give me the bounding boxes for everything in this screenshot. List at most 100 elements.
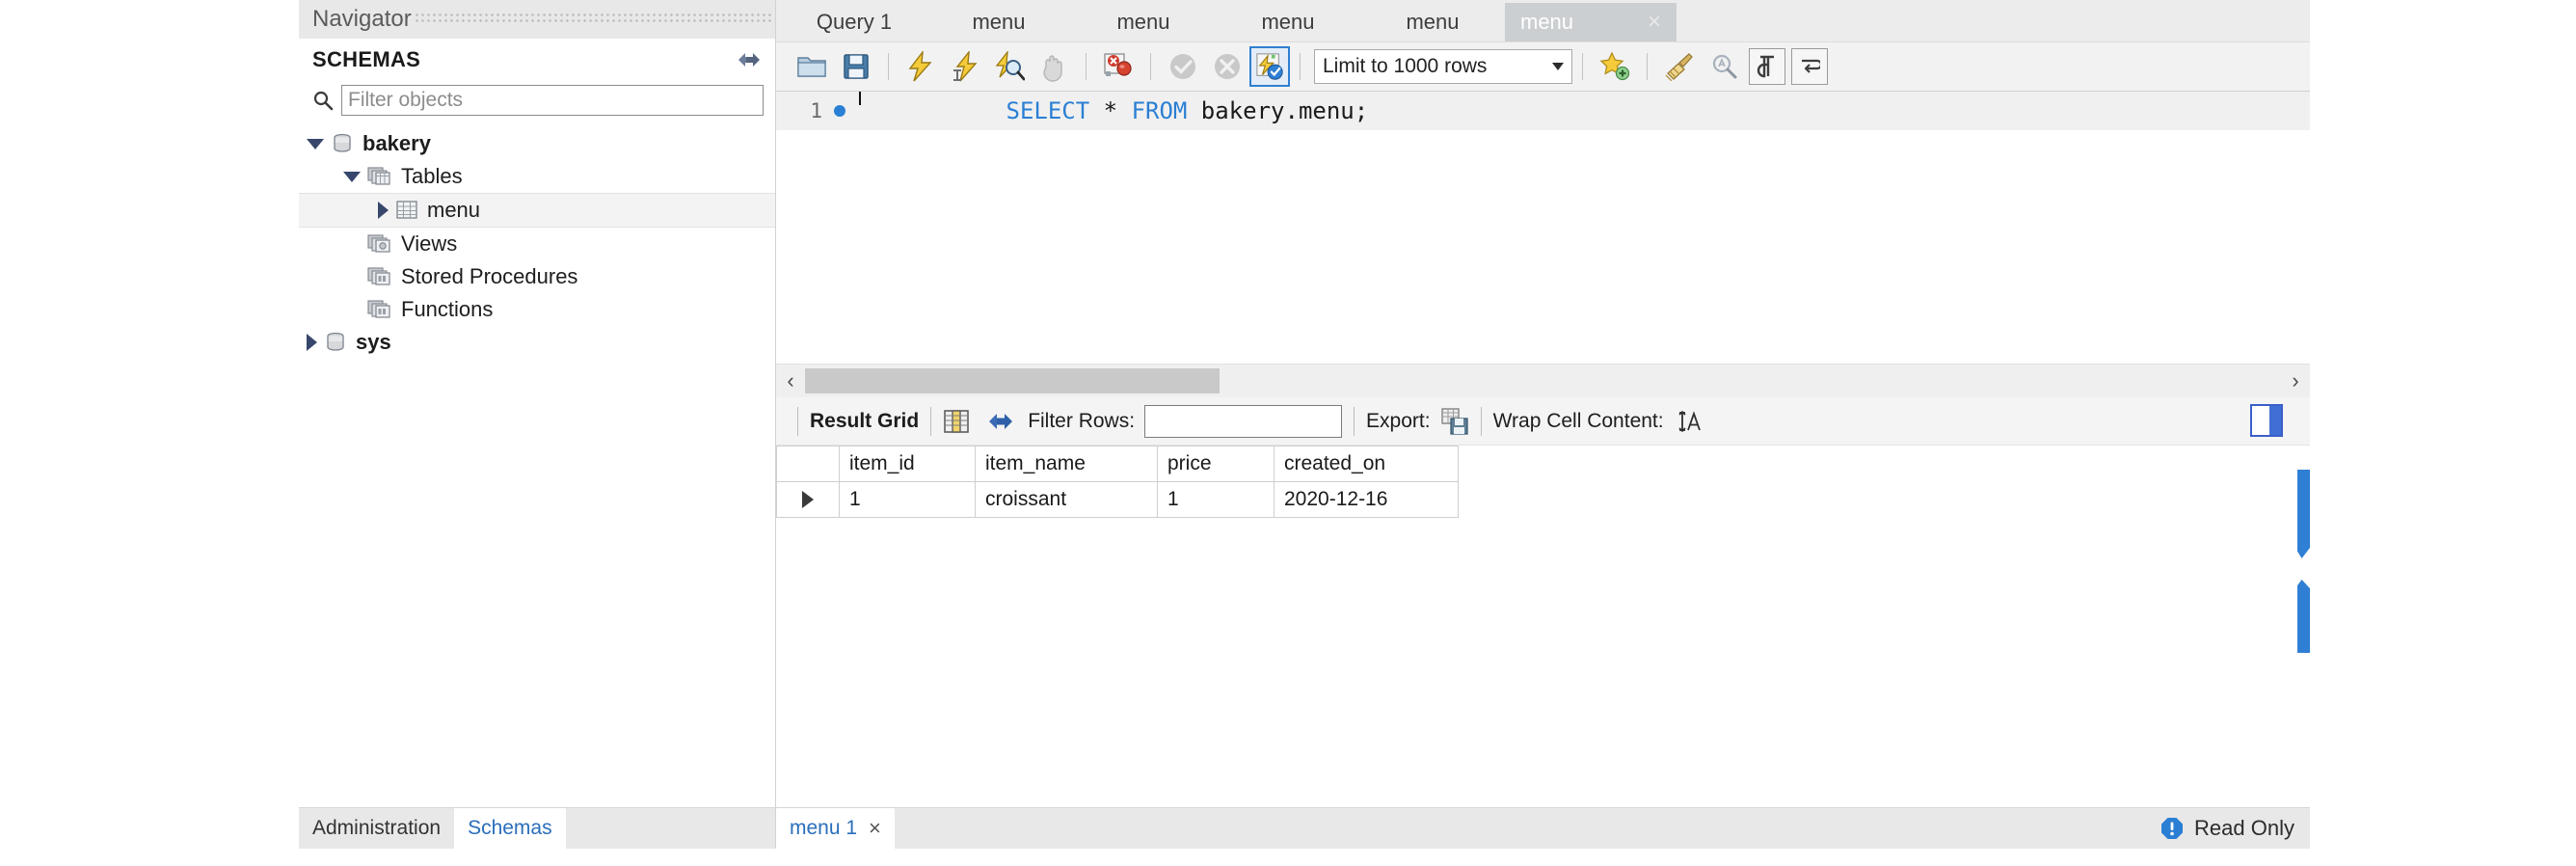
column-header-item-name[interactable]: item_name [975,446,1158,482]
folder-tables-icon [367,166,392,187]
explain-query-magnifier-icon[interactable] [987,44,1032,89]
save-snippet-star-icon[interactable] [1593,44,1637,89]
toolbar-separator [1086,53,1087,80]
editor-horizontal-scrollbar[interactable]: ‹ › [776,364,2310,397]
execute-statement-lightning-icon[interactable] [899,44,943,89]
toolbar-separator [930,406,932,436]
filter-objects-input[interactable] [341,85,764,116]
table-icon [395,200,418,221]
result-grid[interactable]: item_id item_name price created_on 1 cro… [776,446,2310,807]
collapsed-sidebar-segment-bottom[interactable] [2297,580,2310,653]
open-sql-file-icon[interactable] [790,44,834,89]
toggle-invisible-characters-icon[interactable] [1749,48,1785,85]
scrollbar-track[interactable] [805,368,2281,393]
statement-marker-dot-icon[interactable] [834,105,845,117]
scroll-left-icon[interactable]: ‹ [776,365,805,397]
execute-current-statement-icon[interactable] [943,44,987,89]
tab-menu-1[interactable]: menu [926,3,1071,41]
row-limit-value: Limit to 1000 rows [1323,55,1488,77]
export-recordset-icon[interactable] [1440,407,1469,436]
wrap-cell-content-icon[interactable] [1676,409,1701,434]
row-limit-select[interactable]: Limit to 1000 rows [1314,49,1572,84]
navigator-drag-grip[interactable] [415,14,771,25]
navigator-titlebar: Navigator [299,0,775,39]
tree-item-label: sys [356,330,391,354]
folder-routines-icon [367,266,392,287]
toolbar-separator [888,53,889,80]
chevron-right-icon[interactable] [307,334,317,351]
toggle-stop-on-error-icon[interactable] [1096,44,1140,89]
grid-view-icon[interactable] [943,408,970,435]
column-header-price[interactable]: price [1157,446,1275,482]
refresh-schemas-icon[interactable] [737,50,762,69]
beautify-sql-broom-icon[interactable] [1657,44,1702,89]
collapsed-sidebar-strip[interactable] [2297,470,2310,653]
chevron-down-icon[interactable] [343,171,361,182]
sql-editor-line[interactable]: 1 SELECT * FROM bakery.menu; [776,92,2310,130]
toolbar-separator [1647,53,1648,80]
stop-execution-hand-icon[interactable] [1032,44,1076,89]
find-magnifier-icon[interactable] [1702,44,1746,89]
sql-keyword-select: SELECT [1006,97,1090,124]
toggle-autocommit-icon[interactable] [1249,46,1290,87]
tree-item-menu[interactable]: menu [299,193,775,228]
toolbar-separator [1582,53,1583,80]
row-selector-arrow-icon[interactable] [776,481,840,518]
row-selector-header [776,446,840,482]
tab-menu-2[interactable]: menu [1071,3,1216,41]
database-icon [331,132,354,155]
column-header-created-on[interactable]: created_on [1274,446,1459,482]
cell-price[interactable]: 1 [1157,481,1275,518]
tree-item-bakery[interactable]: bakery [299,127,775,160]
tab-menu-5-active[interactable]: menu × [1505,3,1677,41]
tree-item-tables[interactable]: Tables [299,160,775,193]
schemas-header: SCHEMAS [299,39,775,81]
tab-query-1[interactable]: Query 1 [782,3,926,41]
result-set-tab[interactable]: menu 1 × [776,808,895,849]
result-set-tab-label: menu 1 [790,817,858,839]
sql-star: * [1089,97,1132,124]
tree-item-label: Tables [401,164,463,188]
save-sql-file-icon[interactable] [834,44,878,89]
scrollbar-thumb[interactable] [805,368,1220,393]
tab-schemas[interactable]: Schemas [454,808,566,849]
read-only-status: Read Only [2160,808,2294,849]
collapsed-sidebar-segment-top[interactable] [2297,470,2310,558]
table-row[interactable]: 1 croissant 1 2020-12-16 [776,481,1459,518]
commit-check-icon[interactable] [1161,44,1205,89]
mysql-workbench-window: Navigator SCHEMAS Filter objects bakery … [299,0,2310,849]
tree-item-views[interactable]: Views [299,228,775,260]
toggle-word-wrap-icon[interactable] [1791,48,1828,85]
filter-rows-label: Filter Rows: [1028,409,1136,432]
tab-menu-4[interactable]: menu [1360,3,1505,41]
refresh-results-icon[interactable] [987,411,1014,432]
tree-item-sys[interactable]: sys [299,326,775,359]
tree-item-label: Functions [401,297,494,321]
tab-menu-3[interactable]: menu [1216,3,1360,41]
chevron-right-icon[interactable] [378,202,389,219]
chevron-down-icon[interactable] [1552,63,1564,70]
filter-rows-input[interactable] [1144,404,1343,438]
cell-item-id[interactable]: 1 [839,481,976,518]
column-header-item-id[interactable]: item_id [839,446,976,482]
chevron-down-icon[interactable] [307,138,324,149]
close-icon[interactable]: × [1648,11,1661,34]
navigator-panel: Navigator SCHEMAS Filter objects bakery … [299,0,776,849]
sql-editor[interactable]: 1 SELECT * FROM bakery.menu; [776,92,2310,364]
tree-item-functions[interactable]: Functions [299,293,775,326]
navigator-title: Navigator [312,6,412,32]
read-only-info-icon [2160,816,2185,841]
rollback-cross-icon[interactable] [1205,44,1249,89]
sql-statement-text[interactable]: SELECT * FROM bakery.menu; [851,92,1368,151]
scroll-right-icon[interactable]: › [2281,365,2310,397]
tree-item-stored-procedures[interactable]: Stored Procedures [299,260,775,293]
editor-toolbar: Limit to 1000 rows [776,41,2310,92]
close-icon[interactable]: × [869,816,881,841]
cell-item-name[interactable]: croissant [975,481,1158,518]
tab-administration[interactable]: Administration [299,808,454,849]
folder-routines-icon [367,299,392,320]
cell-created-on[interactable]: 2020-12-16 [1274,481,1459,518]
toggle-sidebar-panel-icon[interactable] [2250,404,2283,437]
tree-item-label: Views [401,231,458,256]
